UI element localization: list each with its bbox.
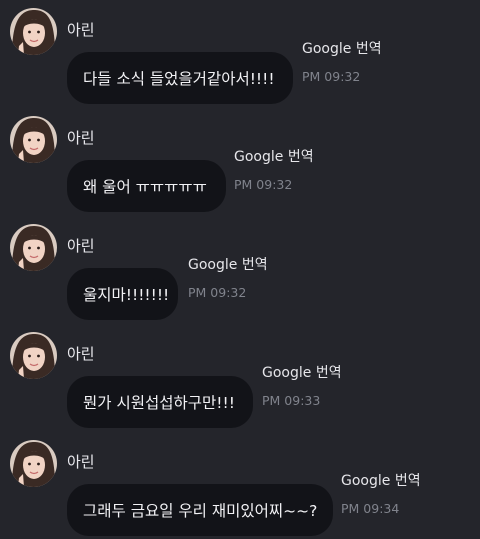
message-bubble[interactable]: 다들 소식 들었을거같아서!!!!: [67, 52, 293, 104]
message-bubble[interactable]: 그래두 금요일 우리 재미있어찌~~?: [67, 484, 333, 536]
chat-message: 아린 그래두 금요일 우리 재미있어찌~~? Google 번역 PM 09:3…: [0, 440, 480, 539]
avatar[interactable]: [10, 224, 57, 271]
google-translate-link[interactable]: Google 번역: [234, 149, 314, 165]
avatar-photo: [10, 224, 57, 271]
message-bubble[interactable]: 뭔가 시원섭섭하구만!!!: [67, 376, 253, 428]
chat-message: 아린 다들 소식 들었을거같아서!!!! Google 번역 PM 09:32: [0, 8, 480, 116]
google-translate-link[interactable]: Google 번역: [302, 41, 382, 57]
message-time: PM 09:32: [188, 285, 247, 300]
google-translate-link[interactable]: Google 번역: [341, 473, 421, 489]
avatar-photo: [10, 440, 57, 487]
message-bubble[interactable]: 왜 울어 ㅠㅠㅠㅠㅠ: [67, 160, 226, 212]
avatar[interactable]: [10, 8, 57, 55]
google-translate-link[interactable]: Google 번역: [188, 257, 268, 273]
chat-message: 아린 울지마!!!!!!! Google 번역 PM 09:32: [0, 224, 480, 332]
sender-name: 아린: [67, 237, 95, 255]
message-time: PM 09:33: [262, 393, 321, 408]
sender-name: 아린: [67, 453, 95, 471]
chat-message: 아린 뭔가 시원섭섭하구만!!! Google 번역 PM 09:33: [0, 332, 480, 440]
message-bubble[interactable]: 울지마!!!!!!!: [67, 268, 178, 320]
avatar[interactable]: [10, 116, 57, 163]
sender-name: 아린: [67, 345, 95, 363]
avatar-photo: [10, 116, 57, 163]
sender-name: 아린: [67, 21, 95, 39]
avatar[interactable]: [10, 440, 57, 487]
sender-name: 아린: [67, 129, 95, 147]
message-time: PM 09:34: [341, 501, 400, 516]
message-time: PM 09:32: [302, 69, 361, 84]
avatar-photo: [10, 332, 57, 379]
google-translate-link[interactable]: Google 번역: [262, 365, 342, 381]
avatar-photo: [10, 8, 57, 55]
message-time: PM 09:32: [234, 177, 293, 192]
avatar[interactable]: [10, 332, 57, 379]
chat-message: 아린 왜 울어 ㅠㅠㅠㅠㅠ Google 번역 PM 09:32: [0, 116, 480, 224]
chat-message-list[interactable]: 아린 다들 소식 들었을거같아서!!!! Google 번역 PM 09:32 …: [0, 0, 480, 539]
